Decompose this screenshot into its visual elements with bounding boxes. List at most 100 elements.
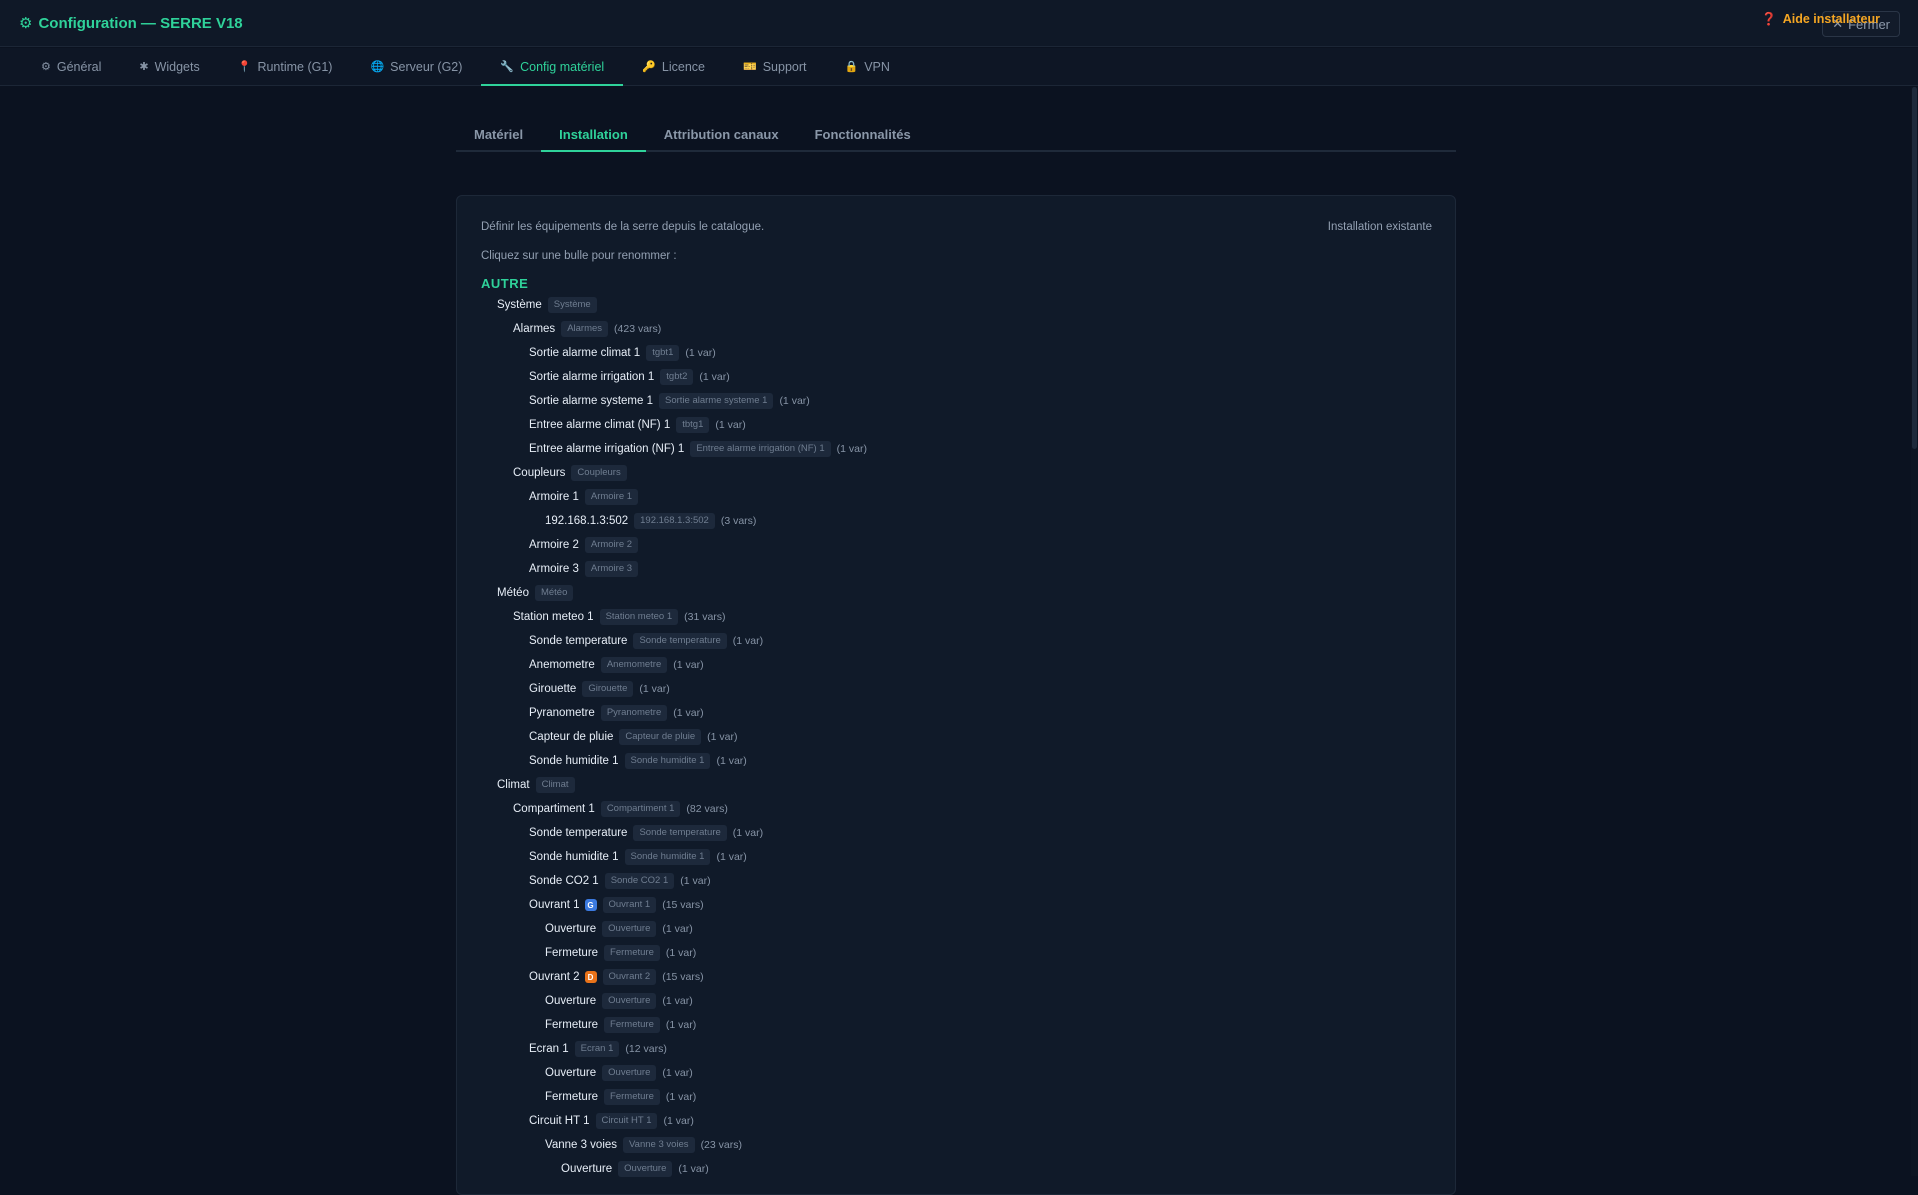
rename-bubble[interactable]: Compartiment 1 [600,801,681,817]
subtab-fonctionnalites[interactable]: Fonctionnalités [797,118,929,150]
rename-bubble[interactable]: Alarmes [561,321,609,337]
var-count: (1 var) [836,443,867,455]
rename-bubble[interactable]: Sonde humidite 1 [624,753,711,769]
tree-row: Armoire 1 Armoire 1 [457,485,1457,509]
rename-bubble[interactable]: tgbt1 [646,345,680,361]
tab-label: Runtime (G1) [257,59,333,74]
rename-bubble[interactable]: Sortie alarme systeme 1 [659,393,774,409]
subtab-materiel[interactable]: Matériel [456,118,541,150]
rename-bubble[interactable]: Girouette [582,681,634,697]
rename-bubble[interactable]: Pyranometre [600,705,668,721]
rename-bubble[interactable]: Ouverture [618,1161,673,1177]
equipment-name: Armoire 3 [529,563,579,575]
tab-label: Config matériel [520,59,605,74]
tab-config-mat-riel[interactable]: 🔧 Config matériel [481,48,623,86]
scrollbar[interactable] [1911,87,1918,1176]
rename-bubble[interactable]: Armoire 3 [584,561,639,577]
gear-icon: ⚙ [41,61,51,73]
rename-bubble[interactable]: Sonde temperature [633,633,727,649]
rename-bubble[interactable]: Fermeture [604,1017,660,1033]
scrollbar-thumb[interactable] [1912,87,1917,449]
tree-row: Coupleurs Coupleurs [457,461,1457,485]
rename-bubble[interactable]: Ouvrant 1 [602,897,657,913]
help-link[interactable]: ❓ Aide installateur [1761,0,1880,38]
equipment-name: Compartiment 1 [513,803,595,815]
var-count: (423 vars) [614,323,662,335]
tree-row: Fermeture Fermeture (1 var) [457,1013,1457,1037]
tree-row: Climat Climat [457,773,1457,797]
var-count: (1 var) [680,875,711,887]
equipment-name: Station meteo 1 [513,611,594,623]
section-title: AUTRE [481,276,529,291]
tree-row: Ouverture Ouverture (1 var) [457,989,1457,1013]
tab-support[interactable]: 🎫 Support [724,48,825,85]
equipment-name: Entree alarme irrigation (NF) 1 [529,443,685,455]
rename-bubble[interactable]: Ouverture [602,921,657,937]
tree-row: Sonde temperature Sonde temperature (1 var… [457,629,1457,653]
tree-row: Circuit HT 1 Circuit HT 1 (1 var) [457,1109,1457,1133]
rename-bubble[interactable]: Ouverture [602,993,657,1009]
tree-row: Compartiment 1 Compartiment 1 (82 vars) [457,797,1457,821]
equipment-name: Ouverture [545,923,597,935]
tree-row: Sortie alarme systeme 1 Sortie alarme sys… [457,389,1457,413]
tree-row: Armoire 2 Armoire 2 [457,533,1457,557]
subtab-installation[interactable]: Installation [541,118,646,152]
globe-icon: 🌐 [370,61,385,73]
subtab-attribution-canaux[interactable]: Attribution canaux [646,118,797,150]
rename-bubble[interactable]: Ouvrant 2 [602,969,657,985]
rename-bubble[interactable]: Capteur de pluie [619,729,702,745]
var-count: (1 var) [662,995,693,1007]
rename-bubble[interactable]: Ouverture [602,1065,657,1081]
tab-label: Support [762,59,807,74]
rename-bubble[interactable]: Sonde humidite 1 [624,849,711,865]
var-count: (1 var) [732,635,764,647]
ticket-icon: 🎫 [743,61,757,73]
equipment-name: Fermeture [545,947,599,959]
var-count: (15 vars) [662,971,704,983]
tree-row: Sonde CO2 1 Sonde CO2 1 (1 var) [457,869,1457,893]
rename-bubble[interactable]: tbtg1 [676,417,710,433]
rename-bubble[interactable]: Météo [534,585,574,601]
rename-bubble[interactable]: Station meteo 1 [599,609,679,625]
var-count: (82 vars) [686,803,728,815]
rename-bubble[interactable]: Sonde CO2 1 [604,873,675,889]
tab-licence[interactable]: 🔑 Licence [623,48,724,85]
rename-bubble[interactable]: 192.168.1.3:502 [634,513,715,529]
rename-bubble[interactable]: Ecran 1 [574,1041,620,1057]
var-count: (1 var) [665,947,697,959]
tab-serveur-g2[interactable]: 🌐 Serveur (G2) [351,48,481,85]
lock-icon: 🔒 [844,61,859,73]
rename-bubble[interactable]: Circuit HT 1 [595,1113,658,1129]
rename-bubble[interactable]: Vanne 3 voies [623,1137,695,1153]
rename-bubble[interactable]: Armoire 2 [584,537,639,553]
rename-bubble[interactable]: tgbt2 [660,369,694,385]
equipment-name: Sonde CO2 1 [529,875,599,887]
tree-row: Fermeture Fermeture (1 var) [457,1085,1457,1109]
rename-bubble[interactable]: Coupleurs [571,465,627,481]
tab-widgets[interactable]: ✱ Widgets [120,48,218,85]
rename-bubble[interactable]: Anemometre [600,657,668,673]
tab-vpn[interactable]: 🔒 VPN [825,48,908,85]
equipment-name: Ecran 1 [529,1043,569,1055]
tree-row: Capteur de pluie Capteur de pluie (1 var) [457,725,1457,749]
equipment-name: Sonde humidite 1 [529,851,619,863]
rename-bubble[interactable]: Entree alarme irrigation (NF) 1 [690,441,831,457]
tab-label: Général [56,59,102,74]
rename-bubble[interactable]: Fermeture [604,945,660,961]
tree-row: Sonde humidite 1 Sonde humidite 1 (1 var) [457,749,1457,773]
tab-runtime-g1[interactable]: 📍 Runtime (G1) [219,48,352,85]
rename-bubble[interactable]: Système [547,297,597,313]
tree-row: Entree alarme climat (NF) 1 tbtg1 (1 var) [457,413,1457,437]
tab-g-n-ral[interactable]: ⚙ Général [22,48,120,85]
rename-bubble[interactable]: Climat [535,777,575,793]
rename-bubble[interactable]: Sonde temperature [633,825,727,841]
equipment-name: Sonde humidite 1 [529,755,619,767]
installation-panel: Définir les équipements de la serre depu… [456,195,1456,1195]
equipment-name: Pyranometre [529,707,595,719]
tree-row: Anemometre Anemometre (1 var) [457,653,1457,677]
rename-bubble[interactable]: Armoire 1 [584,489,639,505]
equipment-name: Climat [497,779,530,791]
help-label: Aide installateur [1782,12,1880,26]
rename-bubble[interactable]: Fermeture [604,1089,660,1105]
side-badge: D [584,971,597,983]
